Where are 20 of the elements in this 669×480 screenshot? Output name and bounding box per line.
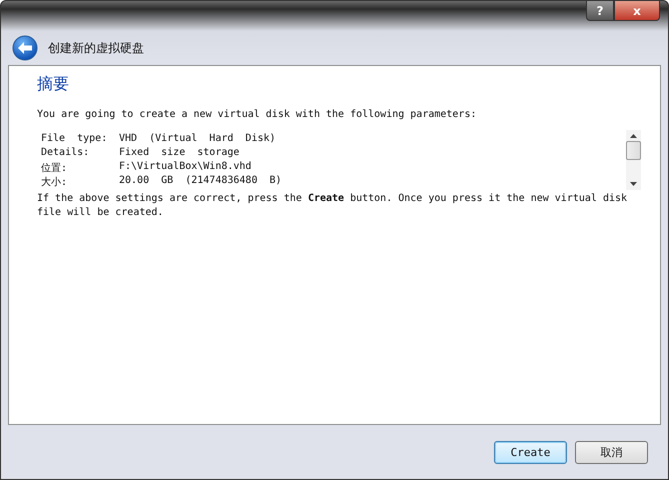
parameter-label: 大小: — [41, 176, 68, 189]
intro-text: You are going to create a new virtual disk with the following parameters: — [37, 109, 478, 120]
note-text: If the above settings are correct, press the Create button. Once you press it the new virtual disk file will be created. — [37, 192, 628, 220]
parameter-value: F:\VirtualBox\Win8.vhd — [119, 161, 252, 174]
scroll-up-icon[interactable] — [630, 134, 637, 138]
scrollbar[interactable] — [626, 130, 641, 190]
help-button[interactable]: ? — [586, 1, 614, 21]
scroll-down-icon[interactable] — [630, 182, 637, 186]
window-title: 创建新的虚拟硬盘 — [48, 40, 144, 56]
cancel-button[interactable]: 取消 — [575, 440, 648, 464]
parameter-value: Fixed size storage — [119, 147, 240, 160]
close-button[interactable]: x — [614, 1, 660, 21]
page-heading: 摘要 — [37, 74, 70, 95]
parameter-label: 位置: — [41, 162, 68, 175]
parameter-value: VHD (Virtual Hard Disk) — [119, 133, 276, 146]
parameter-label: Details: — [41, 147, 90, 160]
scroll-thumb[interactable] — [626, 140, 641, 160]
parameter-label: File type: — [41, 133, 108, 146]
parameter-value: 20.00 GB (21474836480 B) — [119, 175, 282, 188]
create-button[interactable]: Create — [494, 440, 567, 464]
